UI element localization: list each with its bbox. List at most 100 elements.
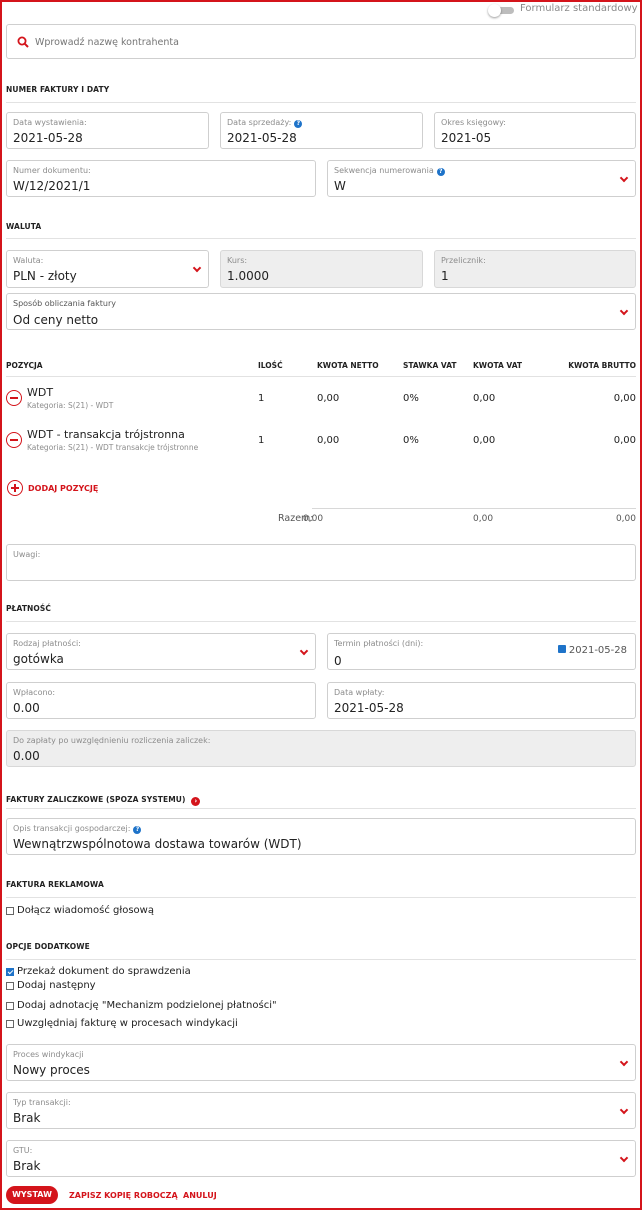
recovery-process-select[interactable]: Proces windykacji Nowy proces (6, 1044, 636, 1081)
contractor-search[interactable] (6, 24, 636, 59)
remove-position-icon[interactable] (6, 432, 22, 448)
accounting-period-field[interactable]: Okres księgowy: 2021-05 (434, 112, 636, 149)
divider (6, 808, 636, 809)
help-icon[interactable]: ? (133, 826, 142, 834)
chevron-down-icon (299, 646, 309, 656)
checkbox-box[interactable] (6, 1020, 14, 1028)
checkbox-box[interactable] (6, 968, 14, 976)
chevron-down-icon (619, 1057, 629, 1067)
issue-date-field[interactable]: Data wystawienia: 2021-05-28 (6, 112, 209, 149)
amount-to-pay-value: 0.00 (13, 749, 40, 763)
position-net: 0,00 (317, 393, 340, 404)
position-vat-rate: 0% (403, 435, 419, 446)
numbering-sequence-label-text: Sekwencja numerowania (334, 166, 434, 175)
transaction-description-field[interactable]: Opis transakcji gospodarczej:? Wewnątrzw… (6, 818, 636, 855)
paid-amount-label: Wpłacono: (13, 688, 56, 697)
help-icon[interactable]: ? (436, 168, 445, 176)
totals-gross: 0,00 (615, 514, 636, 524)
currency-value: PLN - złoty (13, 269, 77, 283)
gtu-select[interactable]: GTU: Brak (6, 1140, 636, 1177)
calculation-method-select[interactable]: Sposób obliczania faktury Od ceny netto (6, 293, 636, 330)
payment-date-value: 2021-05-28 (334, 701, 404, 715)
checkbox-box[interactable] (6, 982, 14, 990)
help-icon[interactable]: ? (294, 120, 303, 128)
divider (6, 621, 636, 622)
payment-type-label: Rodzaj płatności: (13, 639, 81, 648)
col-header-vat-rate: STAWKA VAT (403, 361, 457, 370)
calculation-method-value: Od ceny netto (13, 313, 99, 327)
col-header-net: KWOTA NETTO (317, 361, 379, 370)
issue-date-value: 2021-05-28 (13, 131, 83, 145)
exchange-rate-value: 1.0000 (227, 269, 269, 283)
numbering-sequence-value: W (334, 179, 346, 193)
checkbox-box[interactable] (6, 907, 14, 915)
recovery-label: Uwzględniaj fakturę w procesach windykac… (17, 1018, 238, 1029)
divider (6, 959, 636, 960)
position-vat-rate: 0% (403, 393, 419, 404)
divider (6, 376, 636, 377)
position-name[interactable]: WDT (27, 386, 53, 399)
checkbox-box[interactable] (6, 1002, 14, 1010)
standard-form-toggle[interactable] (488, 4, 516, 17)
paid-amount-field[interactable]: Wpłacono: 0.00 (6, 682, 316, 719)
notes-field[interactable]: Uwagi: (6, 544, 636, 581)
currency-select[interactable]: Waluta: PLN - złoty (6, 250, 209, 288)
position-qty: 1 (258, 435, 265, 446)
search-icon (17, 36, 29, 48)
remove-position-icon[interactable] (6, 390, 22, 406)
payment-term-field[interactable]: Termin płatności (dni): 0 2021-05-28 (327, 633, 636, 670)
document-number-value: W/12/2021/1 (13, 179, 91, 193)
divider (6, 897, 636, 898)
numbering-sequence-label: Sekwencja numerowania? (334, 166, 445, 176)
chevron-down-icon (192, 263, 202, 273)
sale-date-field[interactable]: Data sprzedaży:? 2021-05-28 (220, 112, 423, 149)
section-advance-title: FAKTURY ZALICZKOWE (SPOZA SYSTEMU) (6, 795, 186, 804)
standard-form-toggle-label: Formularz standardowy (520, 3, 638, 14)
section-options-title: OPCJE DODATKOWE (6, 942, 90, 951)
review-label: Przekaż dokument do sprawdzenia (17, 966, 191, 977)
col-header-gross: KWOTA BRUTTO (568, 361, 636, 370)
document-number-label: Numer dokumentu: (13, 166, 91, 175)
multiplier-label: Przelicznik: (441, 256, 486, 265)
payment-type-select[interactable]: Rodzaj płatności: gotówka (6, 633, 316, 670)
position-gross: 0,00 (613, 393, 636, 404)
payment-date-field[interactable]: Data wpłaty: 2021-05-28 (327, 682, 636, 719)
position-net: 0,00 (317, 435, 340, 446)
transaction-type-value: Brak (13, 1111, 41, 1125)
issue-date-label: Data wystawienia: (13, 118, 87, 127)
position-vat: 0,00 (473, 435, 496, 446)
sale-date-value: 2021-05-28 (227, 131, 297, 145)
plus-icon (7, 480, 23, 496)
voice-message-label: Dołącz wiadomość głosową (17, 905, 154, 916)
calendar-icon (557, 645, 566, 653)
numbering-sequence-select[interactable]: Sekwencja numerowania? W (327, 160, 636, 197)
section-payment-title: PŁATNOŚĆ (6, 604, 52, 613)
payment-due-date[interactable]: 2021-05-28 (557, 645, 627, 656)
transaction-type-select[interactable]: Typ transakcji: Brak (6, 1092, 636, 1129)
calculation-method-label: Sposób obliczania faktury (13, 299, 116, 308)
advance-invoices-link[interactable]: FAKTURY ZALICZKOWE (SPOZA SYSTEMU) › (6, 791, 201, 806)
position-gross: 0,00 (613, 435, 636, 446)
document-number-field[interactable]: Numer dokumentu: W/12/2021/1 (6, 160, 316, 197)
save-draft-button[interactable]: ZAPISZ KOPIĘ ROBOCZĄ (69, 1191, 178, 1200)
add-next-label: Dodaj następny (17, 980, 96, 991)
multiplier-value: 1 (441, 269, 449, 283)
position-vat: 0,00 (473, 393, 496, 404)
totals-net: 0,00 (303, 514, 324, 524)
amount-to-pay-label: Do zapłaty po uwzględnieniu rozliczenia … (13, 736, 211, 745)
totals-line (312, 508, 636, 509)
accounting-period-value: 2021-05 (441, 131, 492, 145)
position-name[interactable]: WDT - transakcja trójstronna (27, 428, 185, 441)
issue-button[interactable]: WYSTAW (6, 1186, 58, 1204)
cancel-button[interactable]: ANULUJ (183, 1191, 217, 1200)
transaction-description-label-text: Opis transakcji gospodarczej: (13, 824, 131, 833)
position-qty: 1 (258, 393, 265, 404)
accounting-period-label: Okres księgowy: (441, 118, 506, 127)
contractor-search-input[interactable] (35, 34, 615, 50)
chevron-down-icon (619, 173, 629, 183)
currency-label: Waluta: (13, 256, 44, 265)
sale-date-label: Data sprzedaży:? (227, 118, 303, 128)
totals-vat: 0,00 (473, 514, 494, 524)
notes-label: Uwagi: (13, 550, 41, 559)
col-header-vat: KWOTA VAT (473, 361, 523, 370)
